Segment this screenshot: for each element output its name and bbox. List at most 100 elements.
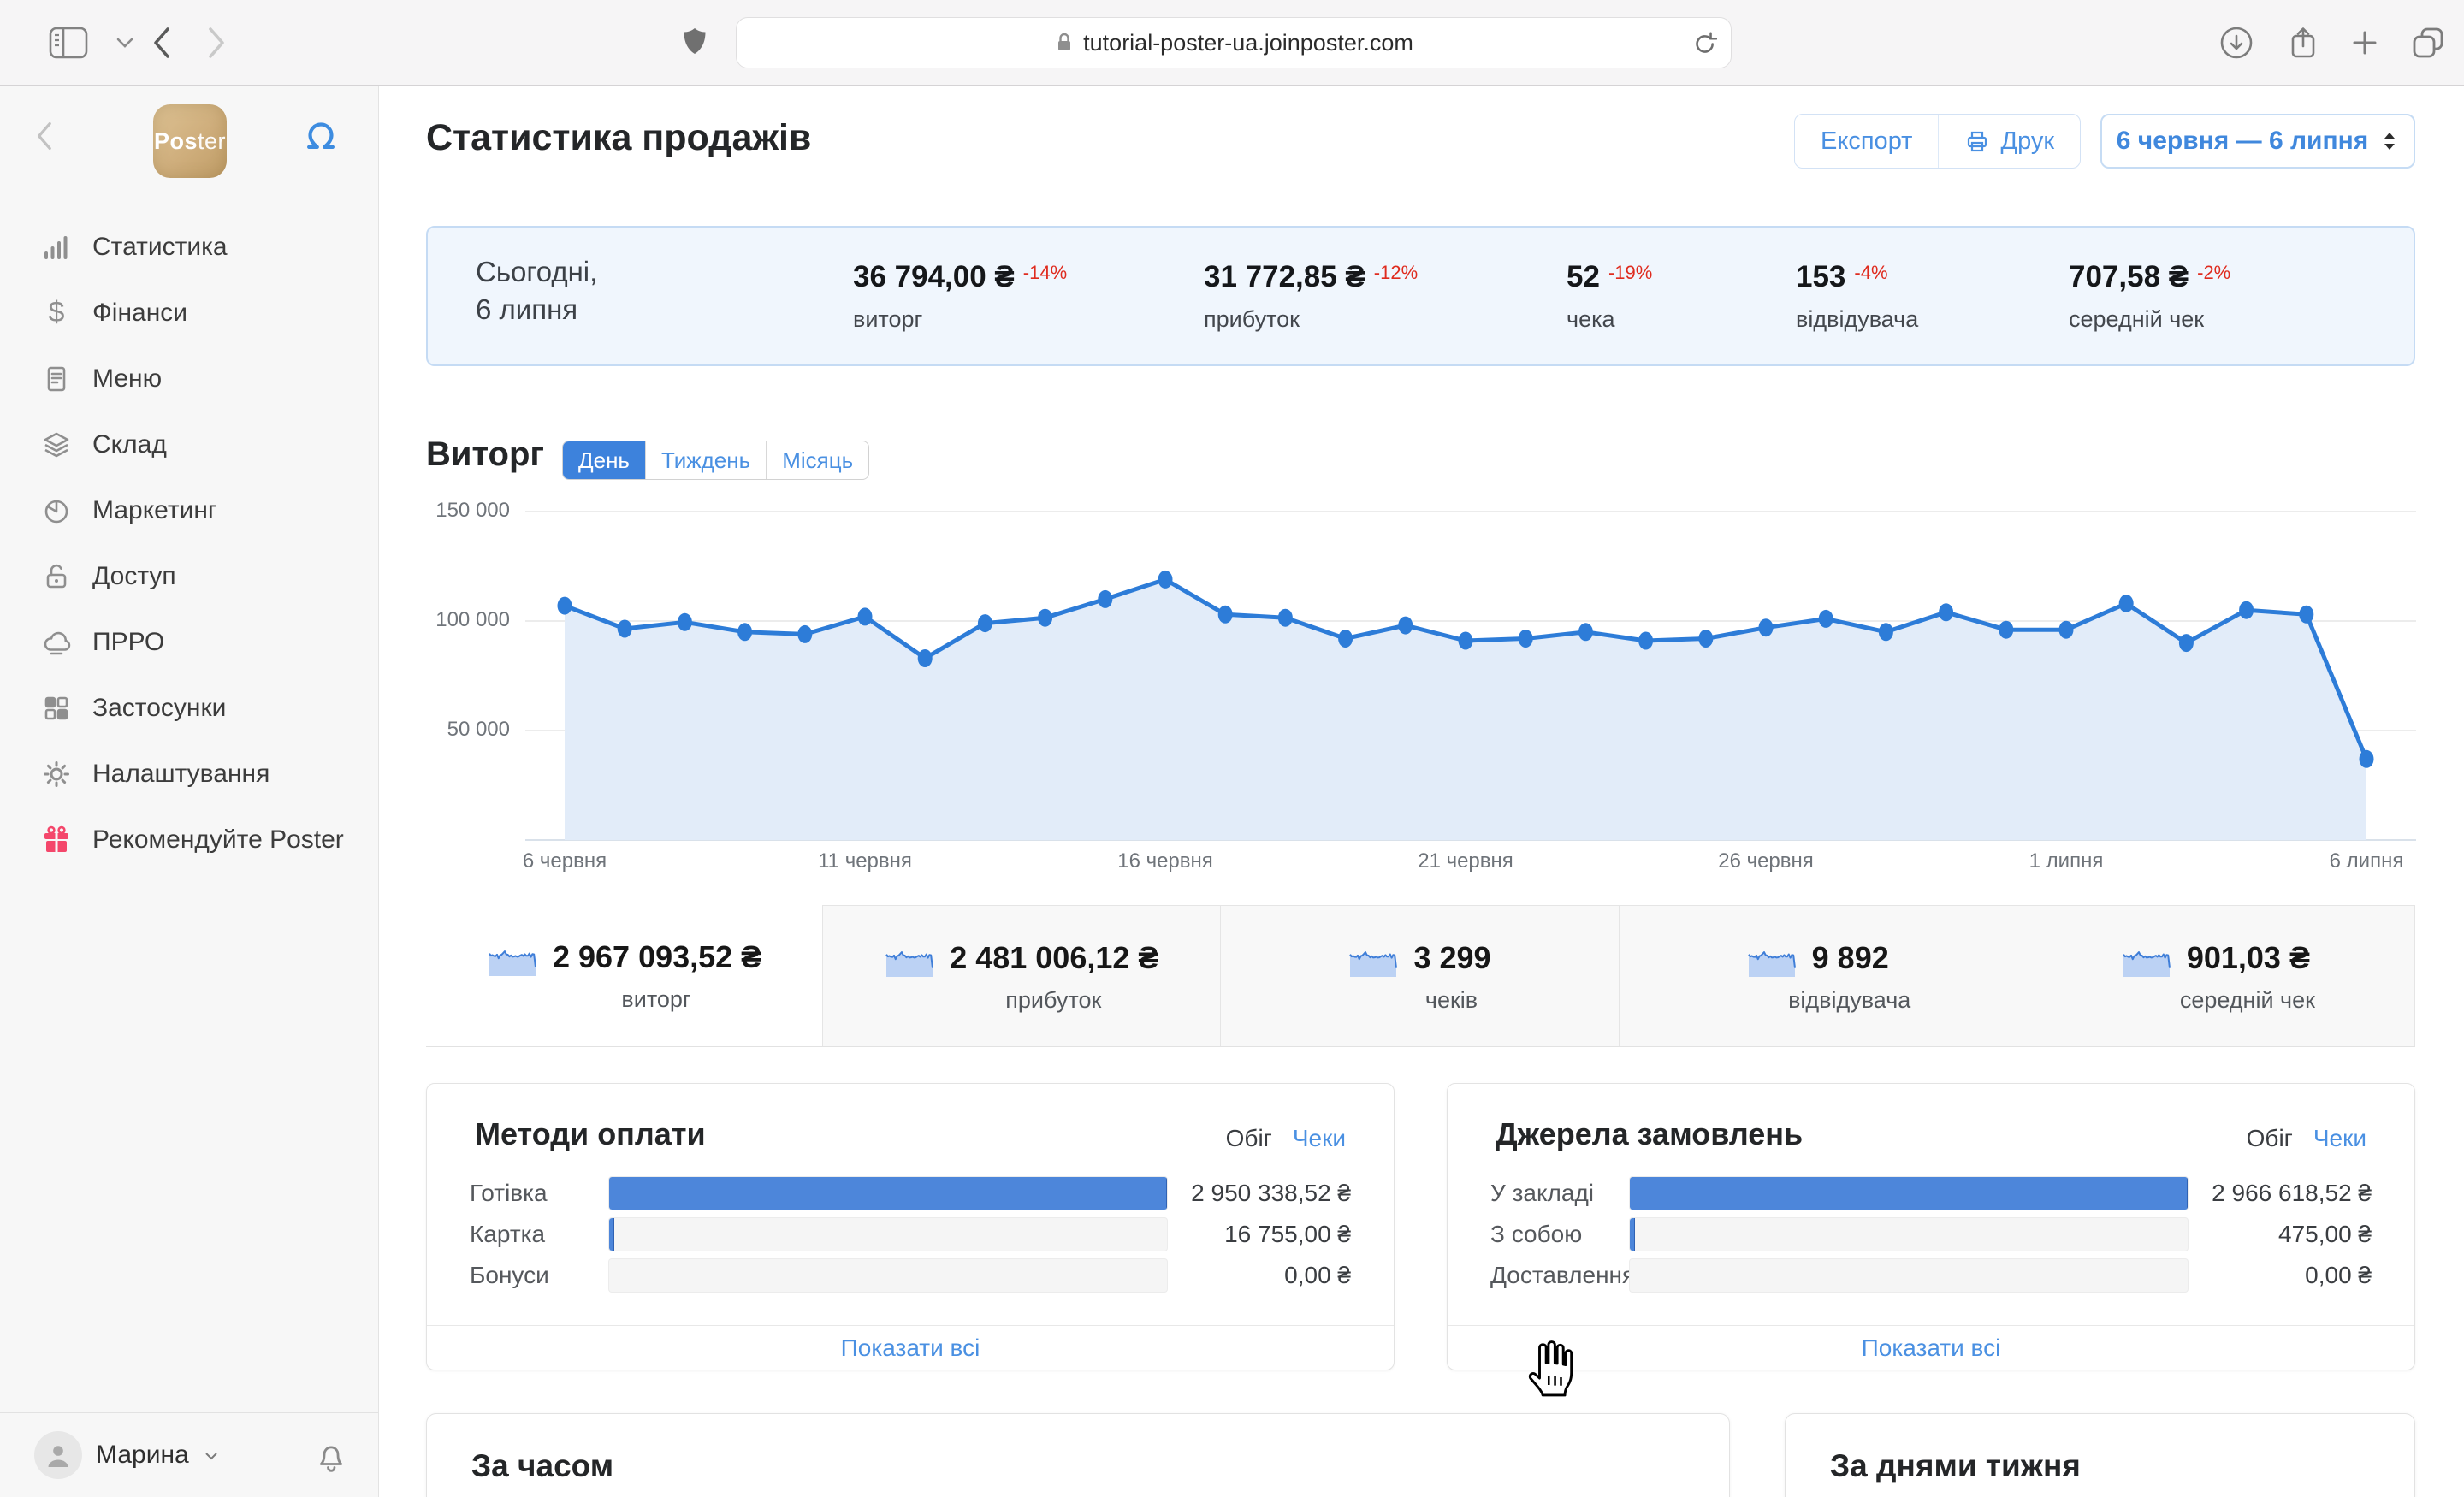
tile-label: середній чек [2180, 987, 2315, 1014]
sidebar-item-label: Застосунки [92, 694, 226, 723]
sidebar-item-label: Склад [92, 430, 167, 459]
tile-avg-receipt[interactable]: 901,03 ₴ середній чек [2017, 905, 2415, 1046]
pie-chart-icon [39, 494, 74, 528]
sidebar-item-label: Статистика [92, 233, 228, 262]
privacy-report-button[interactable] [672, 0, 717, 86]
main-content: Статистика продажів Експорт Друк 6 червн… [380, 86, 2464, 1497]
sidebar-item-recommend[interactable]: Рекомендуйте Poster [0, 807, 378, 873]
source-row-delivery: Доставлення 0,00 ₴ [1490, 1255, 2372, 1296]
sidebar: Poster Статистика $ Фінанси Меню Склад [0, 86, 379, 1497]
tile-visitors[interactable]: 9 892 відвідувача [1619, 905, 2017, 1046]
sidebar-item-prro[interactable]: ПРРО [0, 609, 378, 675]
bar-track [1629, 1258, 2189, 1293]
bar-fill [1630, 1218, 1635, 1251]
tile-label: чеків [1425, 987, 1478, 1014]
sidebar-item-statistics[interactable]: Статистика [0, 214, 378, 280]
sidebar-item-apps[interactable]: Застосунки [0, 675, 378, 741]
row-label: З собою [1490, 1221, 1619, 1248]
order-sources-panel: Джерела замовлень Обіг Чеки У закладі 2 … [1447, 1083, 2415, 1370]
notifications-button[interactable] [313, 1437, 349, 1473]
sidebar-item-menu[interactable]: Меню [0, 346, 378, 411]
source-row-takeaway: З собою 475,00 ₴ [1490, 1214, 2372, 1255]
tile-profit[interactable]: 2 481 006,12 ₴ прибуток [822, 905, 1221, 1046]
tab-overview-button[interactable] [2402, 0, 2454, 86]
metric-label: середній чек [2069, 306, 2230, 333]
browser-toolbar: tutorial-poster-ua.joinposter.com [0, 0, 2464, 86]
toggle-turnover[interactable]: Обіг [2247, 1125, 2293, 1152]
grid-icon [39, 691, 74, 725]
export-button[interactable]: Експорт [1795, 115, 1938, 168]
user-section: Марина [0, 1412, 378, 1497]
poster-logo[interactable]: Poster [153, 104, 227, 178]
pos-terminal-icon [298, 114, 344, 157]
metric-value: 52 [1567, 260, 1600, 293]
toggle-turnover[interactable]: Обіг [1226, 1125, 1272, 1152]
sidebar-toggle-button[interactable] [44, 0, 92, 86]
bar-track [608, 1176, 1168, 1210]
downloads-button[interactable] [2212, 0, 2260, 86]
row-value: 475,00 ₴ [2200, 1221, 2372, 1248]
sidebar-item-settings[interactable]: Налаштування [0, 741, 378, 807]
sidebar-item-access[interactable]: Доступ [0, 543, 378, 609]
tile-label: виторг [621, 986, 690, 1013]
user-menu-caret[interactable] [205, 1453, 217, 1460]
lock-icon [1054, 30, 1075, 56]
metric-percent: -19% [1608, 262, 1652, 283]
user-name[interactable]: Марина [96, 1441, 189, 1470]
today-metric-avg-receipt: 707,58 ₴-2% середній чек [2069, 260, 2230, 333]
toggle-receipts[interactable]: Чеки [1293, 1125, 1346, 1152]
source-row-inhouse: У закладі 2 966 618,52 ₴ [1490, 1173, 2372, 1214]
sidebar-item-label: Маркетинг [92, 496, 217, 525]
bar-track [1629, 1217, 2189, 1251]
tile-receipts[interactable]: 3 299 чеків [1220, 905, 1619, 1046]
row-value: 16 755,00 ₴ [1180, 1221, 1351, 1248]
today-metric-receipts: 52-19% чека [1567, 260, 1652, 333]
tab-week[interactable]: Тиждень [645, 441, 766, 479]
by-time-panel: За часом [426, 1413, 1730, 1497]
reload-button[interactable] [1690, 30, 1717, 57]
tab-month[interactable]: Місяць [766, 441, 868, 479]
new-tab-button[interactable] [2341, 0, 2389, 86]
tile-revenue[interactable]: 2 967 093,52 ₴ виторг [426, 905, 823, 1046]
date-range-picker[interactable]: 6 червня — 6 липня [2100, 114, 2415, 169]
bar-chart-icon [39, 230, 74, 264]
sidebar-item-label: Фінанси [92, 299, 187, 328]
back-button[interactable] [139, 0, 183, 86]
layers-icon [39, 428, 74, 462]
sidebar-item-label: ПРРО [92, 628, 164, 657]
show-all-link[interactable]: Показати всі [841, 1334, 980, 1362]
tabs-icon [2411, 26, 2445, 60]
sparkline-icon [885, 939, 934, 977]
sidebar-item-marketing[interactable]: Маркетинг [0, 477, 378, 543]
share-button[interactable] [2279, 0, 2327, 86]
tab-day[interactable]: День [563, 441, 645, 479]
payment-row-card: Картка 16 755,00 ₴ [470, 1214, 1351, 1255]
payment-methods-panel: Методи оплати Обіг Чеки Готівка 2 950 33… [426, 1083, 1395, 1370]
sidebar-item-warehouse[interactable]: Склад [0, 411, 378, 477]
gear-icon [39, 757, 74, 791]
tile-value: 3 299 [1413, 940, 1490, 976]
person-icon [43, 1440, 74, 1470]
row-label: У закладі [1490, 1180, 1619, 1207]
print-button[interactable]: Друк [1938, 115, 2080, 168]
pos-terminal-button[interactable] [298, 114, 344, 157]
avatar[interactable] [34, 1431, 82, 1479]
tile-value: 901,03 ₴ [2187, 940, 2310, 976]
page-title: Статистика продажів [426, 117, 811, 159]
document-icon [39, 362, 74, 396]
collapse-sidebar-button[interactable] [34, 121, 53, 151]
lock-open-icon [39, 559, 74, 594]
bar-fill [609, 1177, 1167, 1210]
sidebar-item-finance[interactable]: $ Фінанси [0, 280, 378, 346]
sidebar-menu-button[interactable] [110, 0, 140, 86]
forward-button[interactable] [195, 0, 240, 86]
plus-icon [2349, 27, 2380, 58]
revenue-section-title: Виторг [426, 435, 544, 474]
caret-down-icon [205, 1453, 217, 1460]
print-label: Друк [2000, 127, 2054, 156]
stepper-icon [2380, 130, 2399, 152]
toggle-receipts[interactable]: Чеки [2313, 1125, 2366, 1152]
show-all-link[interactable]: Показати всі [1862, 1334, 2001, 1362]
logo-text-bold: Pos [154, 128, 198, 155]
address-bar[interactable]: tutorial-poster-ua.joinposter.com [736, 17, 1732, 68]
